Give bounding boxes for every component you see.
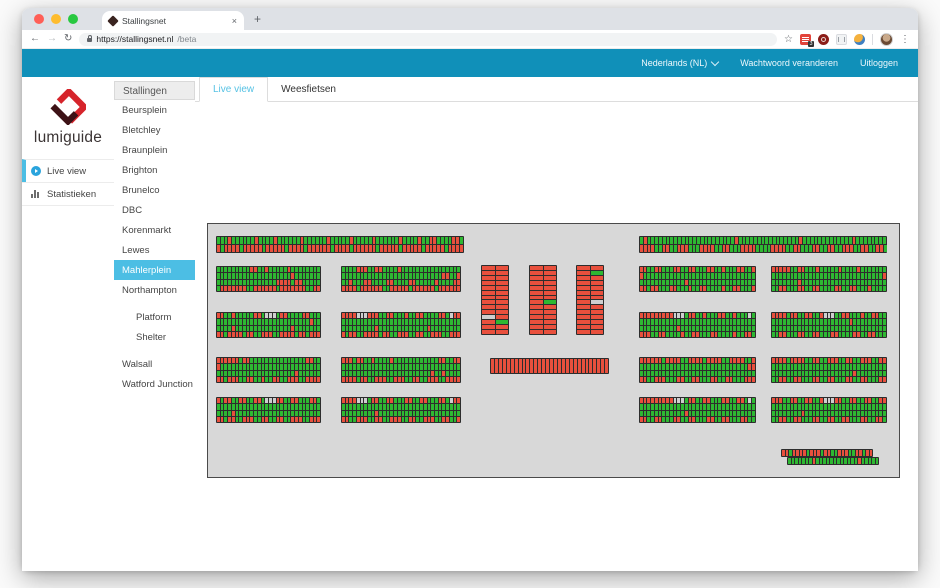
- zoom-window-button[interactable]: [68, 14, 78, 24]
- extension-gray-icon[interactable]: [836, 34, 847, 45]
- bike-rack: [216, 312, 321, 338]
- lock-icon: [87, 38, 92, 42]
- logo: lumiguide: [22, 77, 114, 147]
- stalling-item-lewes[interactable]: Lewes: [114, 240, 195, 260]
- extension-maroon-icon[interactable]: [818, 34, 829, 45]
- tab-label: Weesfietsen: [281, 84, 336, 95]
- tab-title: Stallingsnet: [122, 16, 227, 26]
- app-header: Nederlands (NL) Wachtwoord veranderen Ui…: [22, 49, 918, 77]
- bike-rack: [216, 397, 321, 423]
- logout-link[interactable]: Uitloggen: [860, 58, 898, 68]
- stalling-item-brunelco[interactable]: Brunelco: [114, 180, 195, 200]
- extension-red-icon[interactable]: 3: [800, 34, 811, 45]
- stallingen-header: Stallingen: [114, 81, 195, 100]
- stalling-item-korenmarkt[interactable]: Korenmarkt: [114, 220, 195, 240]
- bike-rack: [341, 312, 461, 338]
- bike-rack: [639, 397, 756, 423]
- back-icon[interactable]: ←: [30, 34, 40, 44]
- bike-rack: [639, 312, 756, 338]
- bike-rack: [787, 457, 879, 465]
- stalling-item-beursplein[interactable]: Beursplein: [114, 100, 195, 120]
- site-favicon-icon: [107, 15, 118, 26]
- bookmark-star-icon[interactable]: ☆: [784, 34, 793, 45]
- tab-close-icon[interactable]: ×: [232, 16, 237, 26]
- sidebar-item-statistieken[interactable]: Statistieken: [22, 182, 114, 206]
- browser-toolbar: ← → ↻ https://stallingsnet.nl/beta ☆ 3 ⋮: [22, 30, 918, 49]
- tab-live-view[interactable]: Live view: [199, 77, 268, 102]
- screenshot-stage: { "browser": { "traffic_lights": ["#ff5f…: [0, 0, 940, 588]
- browser-tab-strip: Stallingsnet × +: [22, 8, 918, 30]
- stalling-item-shelter[interactable]: Shelter: [114, 327, 195, 347]
- stalling-item-brighton[interactable]: Brighton: [114, 160, 195, 180]
- address-bar[interactable]: https://stallingsnet.nl/beta: [79, 33, 777, 46]
- bike-rack: [216, 266, 321, 292]
- bike-rack: [341, 357, 461, 383]
- forward-icon[interactable]: →: [47, 34, 57, 44]
- language-label: Nederlands (NL): [641, 58, 707, 68]
- bike-rack: [529, 265, 557, 335]
- traffic-lights: [22, 8, 88, 30]
- logo-wordmark: lumiguide: [34, 129, 102, 147]
- bike-rack: [216, 236, 464, 253]
- stalling-item-walsall[interactable]: Walsall: [114, 354, 195, 374]
- sidebar-item-live-view[interactable]: Live view: [22, 159, 114, 182]
- bike-rack: [639, 357, 756, 383]
- browser-tab[interactable]: Stallingsnet ×: [102, 11, 244, 30]
- bike-rack: [771, 397, 887, 423]
- url-path: /beta: [177, 34, 196, 44]
- stalling-item-dbc[interactable]: DBC: [114, 200, 195, 220]
- url-host: https://stallingsnet.nl: [96, 34, 173, 44]
- bike-rack: [781, 449, 873, 457]
- sidebar-item-label: Live view: [47, 166, 86, 177]
- extension-badge: 3: [808, 41, 814, 47]
- tab-weesfietsen[interactable]: Weesfietsen: [268, 77, 349, 101]
- lumiguide-logo-icon: [50, 89, 86, 125]
- stalling-item-braunplein[interactable]: Braunplein: [114, 140, 195, 160]
- bike-rack: [639, 236, 887, 253]
- sidebar-item-label: Statistieken: [47, 189, 96, 200]
- reload-icon[interactable]: ↻: [64, 34, 72, 44]
- minimize-window-button[interactable]: [51, 14, 61, 24]
- extension-avatar-icon[interactable]: [854, 34, 865, 45]
- sidebar: lumiguide Live view Statistieken: [22, 77, 114, 571]
- live-view-icon: [31, 166, 41, 176]
- bike-rack: [576, 265, 604, 335]
- language-selector[interactable]: Nederlands (NL): [641, 58, 718, 68]
- bike-rack: [341, 397, 461, 423]
- stalling-item-mahlerplein[interactable]: Mahlerplein: [114, 260, 195, 280]
- bike-rack: [771, 312, 887, 338]
- bike-rack: [490, 358, 609, 374]
- tab-label: Live view: [213, 84, 254, 95]
- close-window-button[interactable]: [34, 14, 44, 24]
- stalling-item-northampton[interactable]: Northampton: [114, 280, 195, 300]
- stalling-item-platform[interactable]: Platform: [114, 307, 195, 327]
- bar-chart-icon: [31, 190, 41, 198]
- stallingen-list: BeurspleinBletchleyBraunpleinBrightonBru…: [114, 100, 195, 394]
- stalling-item-watford-junction[interactable]: Watford Junction: [114, 374, 195, 394]
- stallingen-panel: Stallingen BeurspleinBletchleyBraunplein…: [114, 77, 195, 571]
- main-panel: Live view Weesfietsen: [195, 77, 918, 571]
- page-content: lumiguide Live view Statistieken Stallin…: [22, 77, 918, 571]
- browser-menu-icon[interactable]: ⋮: [900, 34, 910, 45]
- bike-rack: [481, 265, 509, 335]
- bike-rack: [216, 357, 321, 383]
- bike-rack: [639, 266, 756, 292]
- browser-window: Stallingsnet × + ← → ↻ https://stallings…: [22, 8, 918, 570]
- logout-label: Uitloggen: [860, 58, 898, 68]
- new-tab-button[interactable]: +: [254, 10, 261, 28]
- bike-rack: [771, 357, 887, 383]
- bike-rack: [771, 266, 887, 292]
- chevron-down-icon: [711, 57, 719, 65]
- stalling-item-bletchley[interactable]: Bletchley: [114, 120, 195, 140]
- sidebar-nav: Live view Statistieken: [22, 159, 114, 206]
- profile-avatar[interactable]: [880, 33, 893, 46]
- toolbar-separator: [872, 34, 873, 45]
- change-password-link[interactable]: Wachtwoord veranderen: [740, 58, 838, 68]
- parking-map: [207, 223, 900, 478]
- view-tabs: Live view Weesfietsen: [195, 77, 918, 102]
- bike-rack: [341, 266, 461, 292]
- change-password-label: Wachtwoord veranderen: [740, 58, 838, 68]
